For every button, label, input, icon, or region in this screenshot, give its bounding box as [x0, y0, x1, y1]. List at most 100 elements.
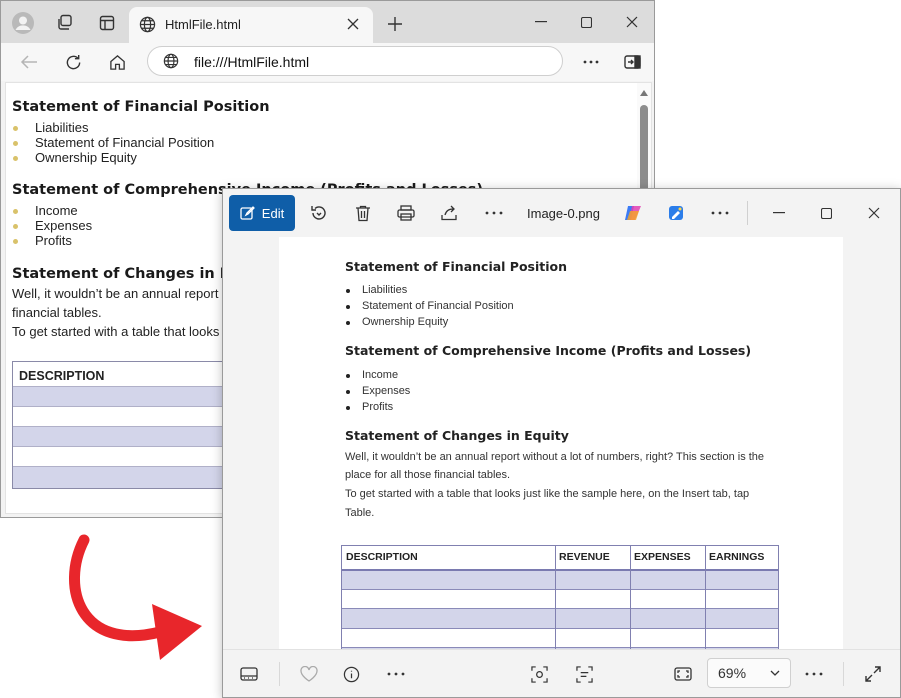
paragraph-text: Table. [345, 507, 374, 519]
scroll-up-arrow-icon[interactable] [640, 90, 648, 96]
close-window-icon[interactable] [618, 8, 646, 36]
list-item: Ownership Equity [35, 150, 137, 165]
full-screen-icon[interactable] [857, 658, 889, 690]
rotate-icon[interactable] [303, 197, 335, 229]
address-toolbar: file:///HtmlFile.html [1, 43, 654, 81]
maximize-icon[interactable] [572, 8, 600, 36]
bar-divider [279, 662, 280, 686]
financial-table: DESCRIPTION REVENUE EXPENSES EARNINGS [341, 545, 779, 649]
copilot-icon[interactable] [617, 197, 649, 229]
table-row [342, 628, 778, 648]
heading-changes-equity: Statement of Changes in Equity [345, 428, 569, 443]
paragraph-text: financial tables. [12, 305, 102, 320]
list-item: Statement of Financial Position [362, 300, 514, 312]
table-row [13, 406, 251, 426]
list-item: Ownership Equity [362, 316, 448, 328]
list-item: Profits [362, 401, 393, 413]
table-row [13, 426, 251, 446]
more-apps-icon[interactable] [704, 197, 736, 229]
more-options-icon[interactable] [478, 197, 510, 229]
minimize-icon[interactable] [527, 8, 555, 36]
delete-icon[interactable] [347, 197, 379, 229]
bar-divider [843, 662, 844, 686]
close-tab-icon[interactable] [347, 18, 359, 30]
table-header-expenses: EXPENSES [630, 546, 705, 569]
paragraph-text: Well, it wouldn’t be an annual report wi… [345, 451, 764, 463]
heading-comprehensive-income: Statement of Comprehensive Income (Profi… [345, 343, 751, 358]
table-header-earnings: EARNINGS [705, 546, 780, 569]
close-window-icon[interactable] [858, 197, 890, 229]
list-item: Liabilities [35, 120, 88, 135]
table-row [13, 446, 251, 466]
heading-changes-equity: Statement of Changes in Equi [12, 266, 255, 282]
table-row [342, 608, 778, 628]
maximize-icon[interactable] [810, 197, 842, 229]
workspaces-icon[interactable] [51, 9, 79, 37]
more-options-icon[interactable] [577, 48, 605, 76]
list-item: Income [362, 369, 398, 381]
tab-title: HtmlFile.html [165, 17, 241, 32]
back-arrow-icon[interactable] [15, 48, 43, 76]
table-row [342, 589, 778, 609]
favorite-heart-icon[interactable] [293, 658, 325, 690]
edit-button[interactable]: Edit [229, 195, 295, 231]
zoom-level-select[interactable]: 69% [707, 658, 791, 688]
globe-icon [139, 16, 156, 33]
paragraph-text: To get started with a table that looks j [12, 324, 226, 339]
new-tab-icon[interactable] [381, 10, 409, 38]
image-filename: Image-0.png [527, 206, 600, 221]
designer-icon[interactable] [660, 197, 692, 229]
chevron-down-icon [770, 670, 780, 676]
visual-search-icon[interactable] [523, 658, 555, 690]
edit-button-label: Edit [262, 206, 284, 221]
list-item: Expenses [362, 385, 410, 397]
image-canvas[interactable]: Statement of Financial Position Liabilit… [279, 237, 843, 649]
red-curved-arrow-icon [60, 532, 210, 667]
home-icon[interactable] [103, 48, 131, 76]
table-header-description: DESCRIPTION [19, 369, 104, 383]
table-column-divider [705, 546, 706, 649]
heading-financial-position: Statement of Financial Position [345, 259, 567, 274]
toolbar-divider [747, 201, 748, 225]
print-icon[interactable] [390, 197, 422, 229]
text-recognition-icon[interactable] [568, 658, 600, 690]
info-icon[interactable] [335, 658, 367, 690]
more-options-icon[interactable] [380, 658, 412, 690]
tab-bar: HtmlFile.html [1, 1, 654, 43]
heading-financial-position: Statement of Financial Position [12, 99, 270, 115]
table-row [342, 569, 778, 590]
list-item: Liabilities [362, 284, 407, 296]
filmstrip-icon[interactable] [233, 658, 265, 690]
site-info-icon[interactable] [163, 53, 179, 69]
sidebar-toggle-icon[interactable] [618, 48, 646, 76]
list-item: Profits [35, 233, 72, 248]
table-row [13, 386, 251, 406]
list-item: Expenses [35, 218, 92, 233]
table-column-divider [630, 546, 631, 649]
zoom-level-value: 69% [718, 665, 746, 681]
refresh-icon[interactable] [59, 48, 87, 76]
address-bar[interactable]: file:///HtmlFile.html [147, 46, 563, 76]
more-options-icon[interactable] [798, 658, 830, 690]
tab-actions-icon[interactable] [93, 9, 121, 37]
paragraph-text: Well, it wouldn’t be an annual report w [12, 286, 231, 301]
paragraph-text: To get started with a table that looks j… [345, 488, 749, 500]
viewer-toolbar: Edit Image-0.png [223, 189, 900, 237]
table-header-revenue: REVENUE [555, 546, 630, 569]
paragraph-text: place for all those financial tables. [345, 469, 510, 481]
viewer-bottom-bar: 69% [223, 649, 900, 697]
list-item: Statement of Financial Position [35, 135, 214, 150]
share-icon[interactable] [434, 197, 466, 229]
edit-image-icon [240, 205, 256, 221]
table-header-description: DESCRIPTION [342, 546, 555, 569]
profile-avatar-icon[interactable] [9, 9, 37, 37]
financial-table: DESCRIPTION [12, 361, 252, 489]
minimize-icon[interactable] [763, 197, 795, 229]
table-row [13, 466, 251, 488]
tab-htmlfile[interactable]: HtmlFile.html [129, 7, 373, 43]
url-text[interactable]: file:///HtmlFile.html [194, 54, 309, 70]
list-item: Income [35, 203, 78, 218]
image-viewer-window: Edit Image-0.png [222, 188, 901, 698]
table-column-divider [555, 546, 556, 649]
fit-to-window-icon[interactable] [667, 658, 699, 690]
